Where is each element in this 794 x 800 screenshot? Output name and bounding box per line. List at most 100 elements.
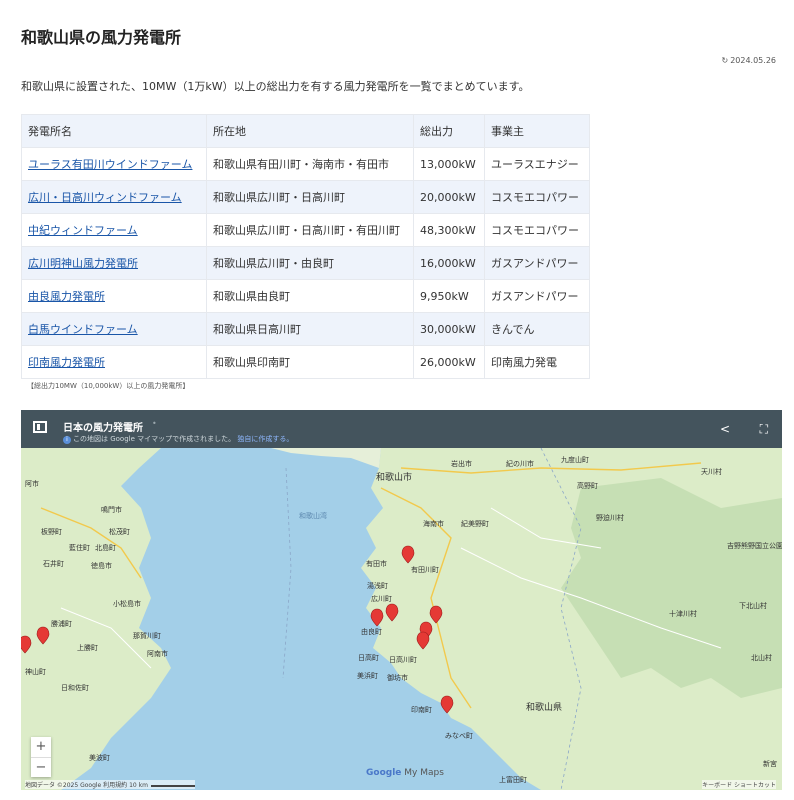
label-arida: 有田市 (366, 559, 387, 568)
create-own-link[interactable]: 独自に作成する。 (237, 435, 293, 443)
scale-text: 10 km (129, 782, 148, 789)
table-row: 広川・日高川ウィンドファーム 和歌山県広川町・日高川町 20,000kW コスモ… (21, 180, 590, 214)
label-katsuura: 勝浦町 (51, 619, 72, 628)
label-hidaka: 日高町 (358, 653, 379, 662)
cell-operator: ユーラスエナジー (484, 147, 590, 181)
cell-name: ユーラス有田川ウインドファーム (21, 147, 207, 181)
farm-link[interactable]: ユーラス有田川ウインドファーム (28, 158, 192, 171)
label-hiwasa: 日和佐町 (61, 683, 89, 692)
label-nosegawa: 野迫川村 (596, 513, 624, 522)
label-minami: 美波町 (89, 753, 110, 762)
label-gobo: 御坊市 (387, 673, 408, 682)
label-koya: 高野町 (577, 481, 598, 490)
cell-location: 和歌山県広川町・由良町 (206, 246, 414, 280)
label-tenkawa: 天川村 (701, 467, 722, 476)
terms-link[interactable]: 利用規約 (103, 782, 127, 789)
mymaps-logo-text: My Maps (404, 768, 444, 778)
cell-location: 和歌山県日高川町 (206, 312, 414, 346)
intro-text: 和歌山県に設置された、10MW（1万kW）以上の総出力を有する風力発電所を一覧で… (21, 80, 530, 93)
label-itano: 板野町 (41, 527, 62, 536)
label-shingu: 新宮 (763, 759, 777, 768)
label-nakagawa: 那賀川町 (133, 631, 161, 640)
cell-operator: 印南風力発電 (484, 345, 590, 379)
zoom-out-button[interactable]: − (31, 758, 51, 778)
cell-name: 白馬ウインドファーム (21, 312, 207, 346)
cell-operator: きんでん (484, 312, 590, 346)
label-tokushima: 徳島市 (91, 561, 112, 570)
google-mymaps-logo: Google My Maps (366, 768, 444, 778)
label-matsushige: 松茂町 (109, 527, 130, 536)
label-totsukawa: 十津川村 (669, 609, 697, 618)
header-output: 総出力 (413, 114, 485, 148)
zoom-in-button[interactable]: + (31, 737, 51, 758)
google-logo-text: Google (366, 768, 402, 778)
farm-link[interactable]: 中紀ウィンドファーム (28, 224, 138, 237)
keyboard-shortcuts-link[interactable]: キーボード ショートカット (702, 780, 776, 789)
label-yura: 由良町 (361, 627, 382, 636)
wind-farm-table: 発電所名 所在地 総出力 事業主 ユーラス有田川ウインドファーム 和歌山県有田川… (21, 114, 590, 379)
label-iwade: 岩出市 (451, 459, 472, 468)
label-yoshino: 吉野熊野国立公園 (727, 541, 782, 550)
label-shimokitayama: 下北山村 (739, 601, 767, 610)
map-subtitle-text: この地図は Google マイマップで作成されました。 (73, 435, 236, 443)
post-date: ↻ 2024.05.26 (721, 56, 776, 65)
header-operator: 事業主 (484, 114, 590, 148)
cell-output: 30,000kW (413, 312, 485, 346)
map-header: 日本の風力発電所 • i この地図は Google マイマップで作成されました。 … (21, 410, 782, 448)
label-hirogawa: 広川町 (371, 594, 392, 603)
farm-link[interactable]: 印南風力発電所 (28, 356, 105, 369)
cell-location: 和歌山県印南町 (206, 345, 414, 379)
label-naruto: 鳴門市 (101, 505, 122, 514)
table-header-row: 発電所名 所在地 総出力 事業主 (21, 114, 590, 148)
label-yuasa: 湯浅町 (367, 581, 388, 590)
share-icon[interactable]: < (720, 422, 730, 436)
map-canvas[interactable]: 和歌山市 和歌山県 和歌山湾 岩出市 紀の川市 九度山町 天川村 高野町 野迫川… (21, 448, 782, 790)
cell-operator: ガスアンドパワー (484, 279, 590, 313)
label-wakayama-city: 和歌山市 (376, 471, 412, 483)
label-inami: 印南町 (411, 705, 432, 714)
label-kinokawa: 紀の川市 (506, 459, 534, 468)
side-panel-icon[interactable] (33, 421, 47, 433)
farm-link[interactable]: 広川明神山風力発電所 (28, 257, 138, 270)
label-kitayama: 北山村 (751, 653, 772, 662)
map-menu-dot[interactable]: • (152, 419, 157, 428)
label-minabe: みなべ町 (445, 732, 473, 740)
cell-output: 26,000kW (413, 345, 485, 379)
cell-output: 20,000kW (413, 180, 485, 214)
info-icon: i (63, 436, 71, 444)
table-row: 中紀ウィンドファーム 和歌山県広川町・日高川町・有田川町 48,300kW コス… (21, 213, 590, 247)
farm-link[interactable]: 白馬ウインドファーム (28, 323, 138, 336)
label-kamiyama: 神山町 (25, 667, 46, 676)
label-kimino: 紀美野町 (461, 519, 489, 528)
cell-output: 16,000kW (413, 246, 485, 280)
cell-name: 広川明神山風力発電所 (21, 246, 207, 280)
cell-output: 48,300kW (413, 213, 485, 247)
update-icon: ↻ (721, 56, 729, 65)
label-aizumi: 藍住町 (69, 543, 90, 552)
label-aridagawa: 有田川町 (411, 565, 439, 574)
label-kamitonda: 上富田町 (499, 775, 527, 784)
embedded-map[interactable]: 日本の風力発電所 • i この地図は Google マイマップで作成されました。 … (21, 410, 782, 790)
cell-operator: コスモエコパワー (484, 213, 590, 247)
header-name: 発電所名 (21, 114, 207, 148)
page-title: 和歌山県の風力発電所 (21, 28, 182, 47)
cell-location: 和歌山県有田川町・海南市・有田市 (206, 147, 414, 181)
label-akita: 阿市 (25, 479, 39, 488)
map-title: 日本の風力発電所 (63, 423, 143, 434)
label-ishii: 石井町 (43, 559, 64, 568)
label-anan: 阿南市 (147, 649, 168, 658)
label-wakayama-bay: 和歌山湾 (299, 511, 327, 520)
cell-operator: コスモエコパワー (484, 180, 590, 214)
label-hidakagawa: 日高川町 (389, 655, 417, 664)
label-wakayama-ken: 和歌山県 (526, 701, 562, 713)
farm-link[interactable]: 由良風力発電所 (28, 290, 105, 303)
attribution-text: 地図データ ©2025 Google (25, 782, 102, 789)
scale-bar (150, 785, 195, 787)
farm-link[interactable]: 広川・日高川ウィンドファーム (28, 191, 182, 204)
fullscreen-icon[interactable]: ⛶ (760, 422, 768, 437)
table-row: 白馬ウインドファーム 和歌山県日高川町 30,000kW きんでん (21, 312, 590, 346)
cell-location: 和歌山県由良町 (206, 279, 414, 313)
label-matsushima: 小松島市 (113, 599, 141, 608)
map-attribution: 地図データ ©2025 Google 利用規約 10 km (25, 780, 195, 789)
table-row: 由良風力発電所 和歌山県由良町 9,950kW ガスアンドパワー (21, 279, 590, 313)
